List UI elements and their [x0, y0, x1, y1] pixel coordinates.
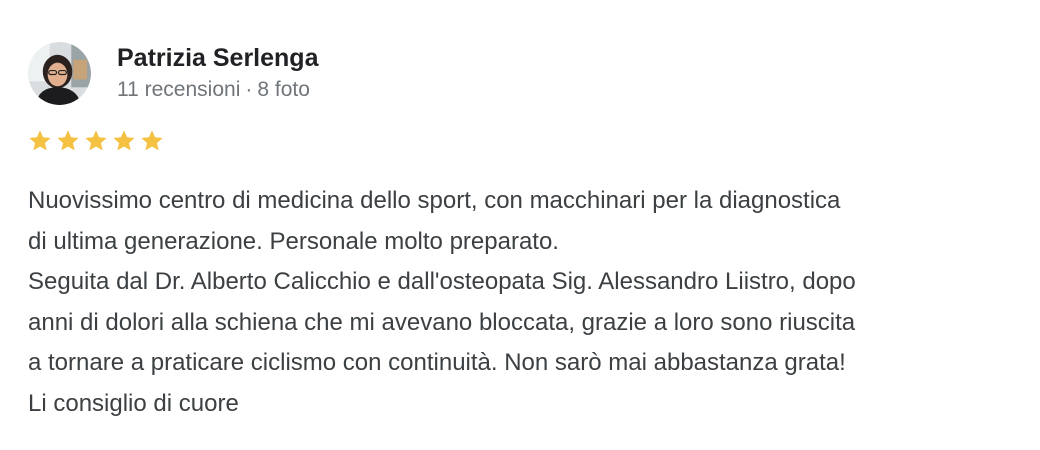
review-card: Patrizia Serlenga 11 recensioni · 8 foto N… [0, 0, 1040, 450]
star-icon [57, 130, 79, 151]
meta-separator: · [245, 78, 253, 101]
star-icon [85, 130, 107, 151]
avatar[interactable] [28, 41, 91, 105]
review-text-line: Nuovissimo centro di medicina dello spor… [28, 187, 841, 214]
review-header: Patrizia Serlenga 11 recensioni · 8 foto [28, 41, 318, 105]
review-text: Nuovissimo centro di medicina dello spor… [28, 181, 1018, 424]
review-text-line: anni di dolori alla schiena che mi aveva… [28, 308, 856, 336]
reviews-count: 11 recensioni [117, 78, 241, 101]
photos-count: 8 foto [257, 78, 310, 101]
star-icon [29, 130, 51, 151]
review-text-line: di ultima generazione. Personale molto p… [28, 227, 559, 255]
star-icon [141, 130, 163, 151]
review-text-line: a tornare a praticare ciclismo con conti… [28, 349, 846, 376]
author-block: Patrizia Serlenga 11 recensioni · 8 foto [117, 43, 318, 103]
author-name[interactable]: Patrizia Serlenga [117, 43, 318, 73]
review-text-line: Seguita dal Dr. Alberto Calicchio e dall… [28, 268, 856, 295]
author-meta: 11 recensioni · 8 foto [117, 77, 318, 103]
review-text-line: Li consiglio di cuore [28, 389, 239, 417]
star-icon [113, 130, 135, 151]
star-rating [27, 128, 165, 154]
